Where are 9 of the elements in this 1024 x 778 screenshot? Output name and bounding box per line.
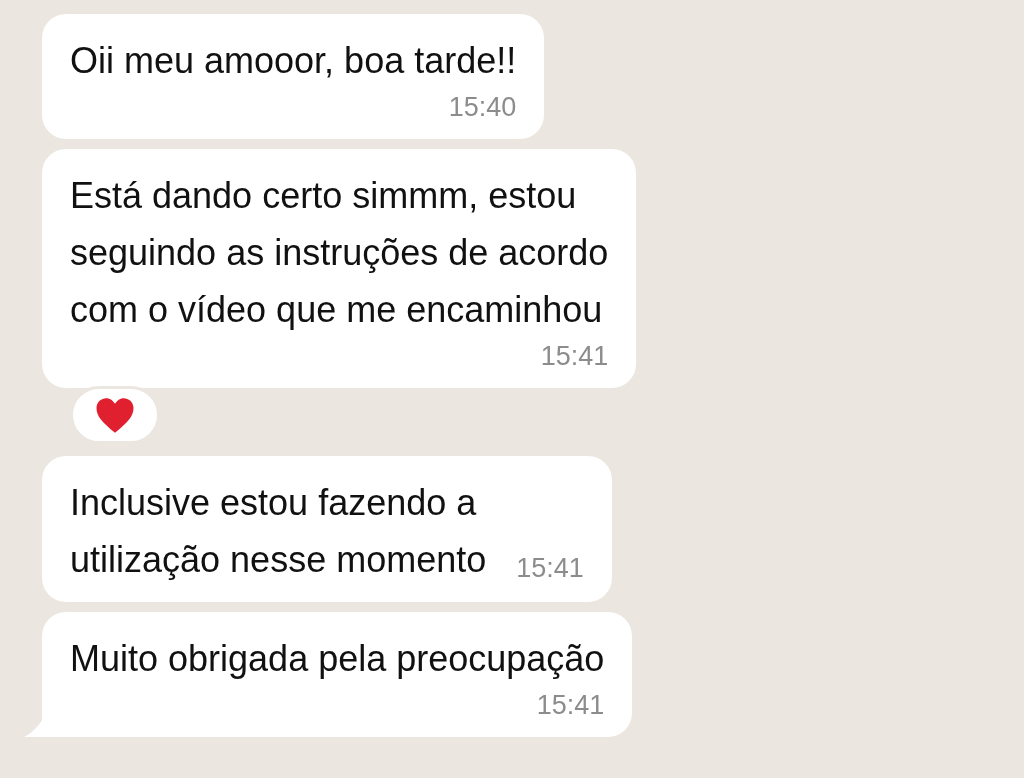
message-time: 15:41 xyxy=(516,552,584,585)
message-time: 15:40 xyxy=(447,91,517,124)
message-text: Muito obrigada pela preocupação xyxy=(70,637,605,681)
message-text: Oii meu amooor, boa tarde!! xyxy=(70,39,517,83)
message-text: Está dando certo simmm, estou seguindo as instruções de acordo com o vídeo que me encaminhou xyxy=(70,174,609,332)
message-time: 15:41 xyxy=(539,340,609,373)
message-text: Inclusive estou fazendo a utilização nesse momento xyxy=(70,481,487,582)
heart-icon xyxy=(95,396,135,434)
message-time: 15:41 xyxy=(535,689,605,722)
